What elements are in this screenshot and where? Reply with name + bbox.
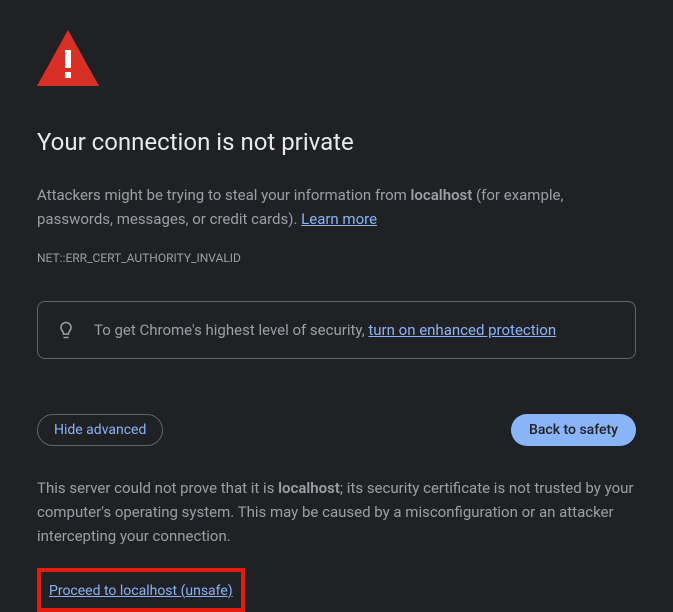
- warning-description: Attackers might be trying to steal your …: [37, 183, 636, 231]
- hide-advanced-button[interactable]: Hide advanced: [37, 414, 163, 446]
- advanced-hostname: localhost: [278, 479, 340, 497]
- back-to-safety-button[interactable]: Back to safety: [511, 414, 636, 446]
- page-title: Your connection is not private: [37, 123, 636, 161]
- proceed-unsafe-link[interactable]: Proceed to localhost (unsafe): [49, 583, 233, 599]
- advanced-explanation: This server could not prove that it is l…: [37, 476, 636, 548]
- warning-triangle-icon: [37, 30, 636, 93]
- lightbulb-icon: [56, 320, 76, 340]
- hostname: localhost: [411, 186, 473, 204]
- description-text-prefix: Attackers might be trying to steal your …: [37, 186, 411, 204]
- error-code: NET::ERR_CERT_AUTHORITY_INVALID: [37, 249, 636, 268]
- security-banner: To get Chrome's highest level of securit…: [37, 301, 636, 359]
- security-text-prefix: To get Chrome's highest level of securit…: [94, 321, 368, 339]
- enhanced-protection-link[interactable]: turn on enhanced protection: [368, 321, 556, 339]
- security-banner-text: To get Chrome's highest level of securit…: [94, 318, 556, 342]
- advanced-text-prefix: This server could not prove that it is: [37, 479, 278, 497]
- learn-more-link[interactable]: Learn more: [301, 210, 377, 228]
- button-row: Hide advanced Back to safety: [37, 414, 636, 446]
- proceed-highlight-box: Proceed to localhost (unsafe): [37, 568, 245, 612]
